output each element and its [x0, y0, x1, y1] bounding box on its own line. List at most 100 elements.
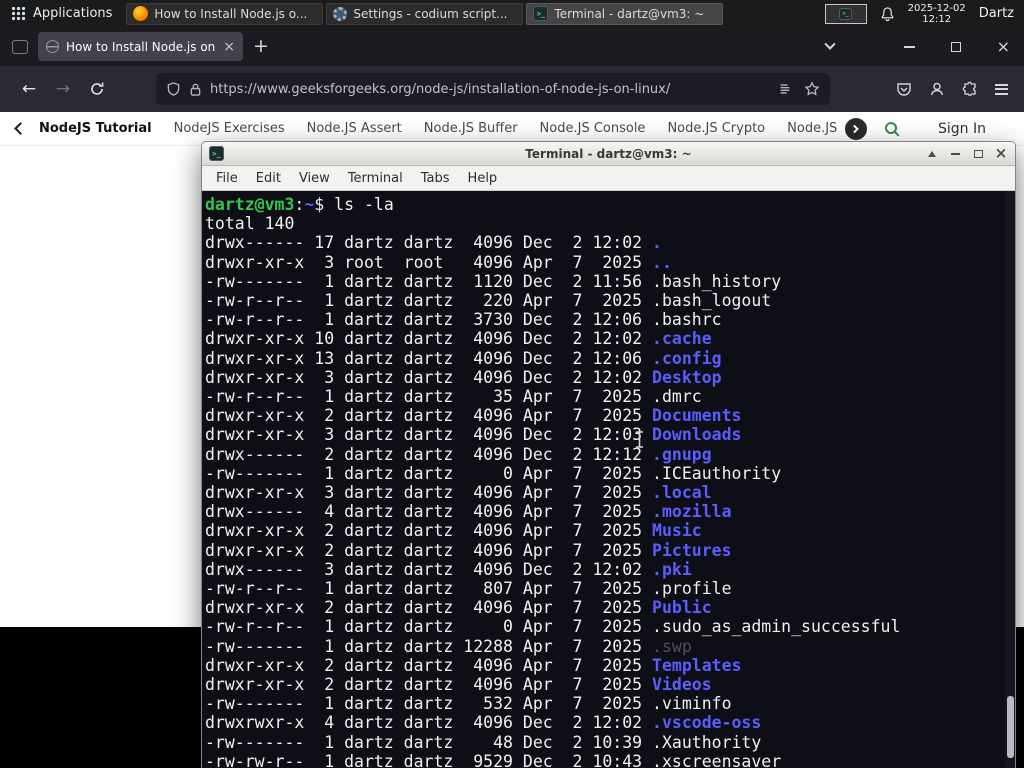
file-name: Downloads: [652, 425, 742, 445]
ls-row: drwxr-xr-x 10 dartz dartz 4096 Dec 2 12:…: [205, 329, 1003, 348]
terminal-app-icon: [209, 146, 224, 161]
window-controls: [823, 38, 1016, 55]
menu-hamburger-icon[interactable]: [995, 83, 1008, 95]
terminal-menu-file[interactable]: File: [207, 168, 247, 189]
browser-maximize-button[interactable]: [950, 41, 961, 52]
ls-row-meta: drwxr-xr-x 2 dartz dartz 4096 Apr 7 2025: [205, 598, 653, 618]
file-name: Documents: [652, 406, 742, 426]
file-name: Templates: [652, 655, 742, 675]
bookmark-star-icon[interactable]: [804, 81, 820, 97]
terminal-scrollbar[interactable]: [1005, 191, 1015, 768]
applications-label: Applications: [33, 6, 113, 21]
browser-close-button[interactable]: [997, 39, 1010, 55]
sign-in-button[interactable]: Sign In: [938, 121, 986, 137]
terminal-menu-view[interactable]: View: [290, 168, 339, 189]
ls-row: drwxr-xr-x 2 dartz dartz 4096 Apr 7 2025…: [205, 521, 1003, 540]
site-nav-item[interactable]: NodeJS Exercises: [174, 121, 285, 136]
browser-minimize-button[interactable]: [903, 45, 915, 48]
taskbar-item[interactable]: How to Install Node.js o...: [126, 2, 324, 25]
terminal-shade-button[interactable]: [925, 147, 939, 161]
site-nav-item[interactable]: Node.JS Buffer: [424, 121, 518, 136]
nav-scroll-left-icon[interactable]: [14, 122, 27, 135]
terminal-titlebar[interactable]: Terminal - dartz@vm3: ~: [202, 142, 1015, 166]
prompt-symbol: $: [314, 195, 335, 214]
terminal-menu-tabs[interactable]: Tabs: [412, 168, 459, 189]
file-name: .bash_history: [652, 271, 782, 291]
taskbar-item-label: Terminal - dartz@vm3: ~: [554, 6, 705, 21]
search-icon[interactable]: [883, 120, 901, 138]
ls-row: -rw-rw-r-- 1 dartz dartz 9529 Dec 2 10:4…: [205, 752, 1003, 768]
account-icon[interactable]: [929, 81, 945, 97]
file-name: Videos: [652, 675, 712, 695]
site-nav-item[interactable]: Node.JS DNS: [787, 121, 839, 136]
site-nav-item[interactable]: NodeJS Tutorial: [39, 121, 152, 136]
site-nav-item[interactable]: Node.JS Console: [540, 121, 646, 136]
ls-row: -rw-r--r-- 1 dartz dartz 35 Apr 7 2025 .…: [205, 387, 1003, 406]
ls-row-meta: drwxr-xr-x 3 dartz dartz 4096 Apr 7 2025: [205, 483, 653, 503]
ls-row: -rw------- 1 dartz dartz 1120 Dec 2 11:5…: [205, 272, 1003, 291]
terminal-screen[interactable]: dartz@vm3:~$ ls -la total 140 drwx------…: [202, 191, 1015, 768]
forward-button[interactable]: [46, 79, 80, 99]
ls-row-meta: drwxr-xr-x 3 root root 4096 Apr 7 2025: [205, 252, 653, 272]
ls-row-meta: -rw-r--r-- 1 dartz dartz 807 Apr 7 2025: [205, 579, 653, 599]
back-button[interactable]: [12, 79, 46, 99]
notification-bell-icon[interactable]: [880, 6, 895, 22]
browser-tab[interactable]: How to Install Node.js on...: [38, 32, 243, 61]
terminal-menu-help[interactable]: Help: [459, 168, 507, 189]
terminal-maximize-button[interactable]: [971, 147, 985, 161]
tracking-shield-icon[interactable]: [166, 81, 181, 97]
ls-row: -rw-r--r-- 1 dartz dartz 220 Apr 7 2025 …: [205, 291, 1003, 310]
pocket-icon[interactable]: [896, 81, 912, 97]
file-name: .bashrc: [652, 310, 722, 330]
file-name: .viminfo: [652, 694, 732, 714]
reload-button[interactable]: [80, 81, 114, 97]
file-name: Desktop: [652, 367, 722, 387]
nav-scroll-right-button[interactable]: [845, 117, 867, 140]
clock-time: 12:12: [922, 13, 952, 25]
prompt-user-host: dartz@vm3: [205, 195, 295, 214]
file-name: .dmrc: [652, 387, 702, 407]
new-tab-button[interactable]: [253, 37, 269, 56]
url-bar-actions: [778, 81, 820, 97]
ls-row-meta: drwxr-xr-x 2 dartz dartz 4096 Apr 7 2025: [205, 406, 653, 426]
terminal-close-button[interactable]: [994, 147, 1008, 161]
ls-row-meta: drwxrwxr-x 4 dartz dartz 4096 Dec 2 12:0…: [205, 713, 653, 733]
ls-row: drwxr-xr-x 3 dartz dartz 4096 Dec 2 12:0…: [205, 368, 1003, 387]
extensions-puzzle-icon[interactable]: [962, 81, 978, 97]
terminal-menu-terminal[interactable]: Terminal: [339, 168, 412, 189]
url-bar[interactable]: https://www.geeksforgeeks.org/node-js/in…: [156, 73, 830, 105]
applications-menu-button[interactable]: Applications: [0, 0, 124, 27]
prompt-command: ls -la: [334, 195, 394, 214]
ls-row: -rw------- 1 dartz dartz 0 Apr 7 2025 .I…: [205, 464, 1003, 483]
lock-icon[interactable]: [189, 82, 202, 97]
panel-user-label[interactable]: Dartz: [979, 6, 1016, 21]
file-name: .gnupg: [652, 444, 712, 464]
terminal-menu-edit[interactable]: Edit: [247, 168, 290, 189]
terminal-minimize-button[interactable]: [948, 147, 962, 161]
file-name: .xscreensaver: [652, 751, 782, 768]
ls-row: -rw------- 1 dartz dartz 532 Apr 7 2025 …: [205, 694, 1003, 713]
file-name: .bash_logout: [652, 291, 772, 311]
taskbar-item[interactable]: Terminal - dartz@vm3: ~: [526, 2, 724, 25]
firefox-icon: [133, 6, 149, 21]
terminal-scrollbar-thumb[interactable]: [1007, 696, 1014, 758]
terminal-window-title: Terminal - dartz@vm3: ~: [525, 146, 692, 161]
ls-row-meta: drwx------ 2 dartz dartz 4096 Dec 2 12:1…: [205, 444, 653, 464]
site-nav-item[interactable]: Node.JS Assert: [307, 121, 402, 136]
taskbar-item[interactable]: Settings - codium script...: [326, 2, 524, 25]
tab-close-icon[interactable]: [223, 40, 235, 54]
prompt-line: dartz@vm3:~$ ls -la: [205, 195, 1003, 214]
ls-row-meta: drwx------ 4 dartz dartz 4096 Apr 7 2025: [205, 502, 653, 522]
file-name: .sudo_as_admin_successful: [652, 617, 901, 637]
ls-row-meta: drwx------ 17 dartz dartz 4096 Dec 2 12:…: [205, 233, 653, 253]
ls-row: drwxr-xr-x 2 dartz dartz 4096 Apr 7 2025…: [205, 675, 1003, 694]
file-name: .pki: [652, 559, 692, 579]
tab-favicon-globe-icon: [46, 40, 59, 53]
tab-list-chevron-icon[interactable]: [823, 38, 836, 50]
applications-grid-icon: [12, 6, 26, 21]
firefox-view-icon[interactable]: [12, 39, 28, 54]
site-nav-item[interactable]: Node.JS Crypto: [667, 121, 765, 136]
panel-clock[interactable]: 2025-12-02 12:12: [908, 3, 966, 25]
workspace-switcher[interactable]: [824, 3, 867, 24]
reader-mode-icon[interactable]: [778, 82, 792, 96]
